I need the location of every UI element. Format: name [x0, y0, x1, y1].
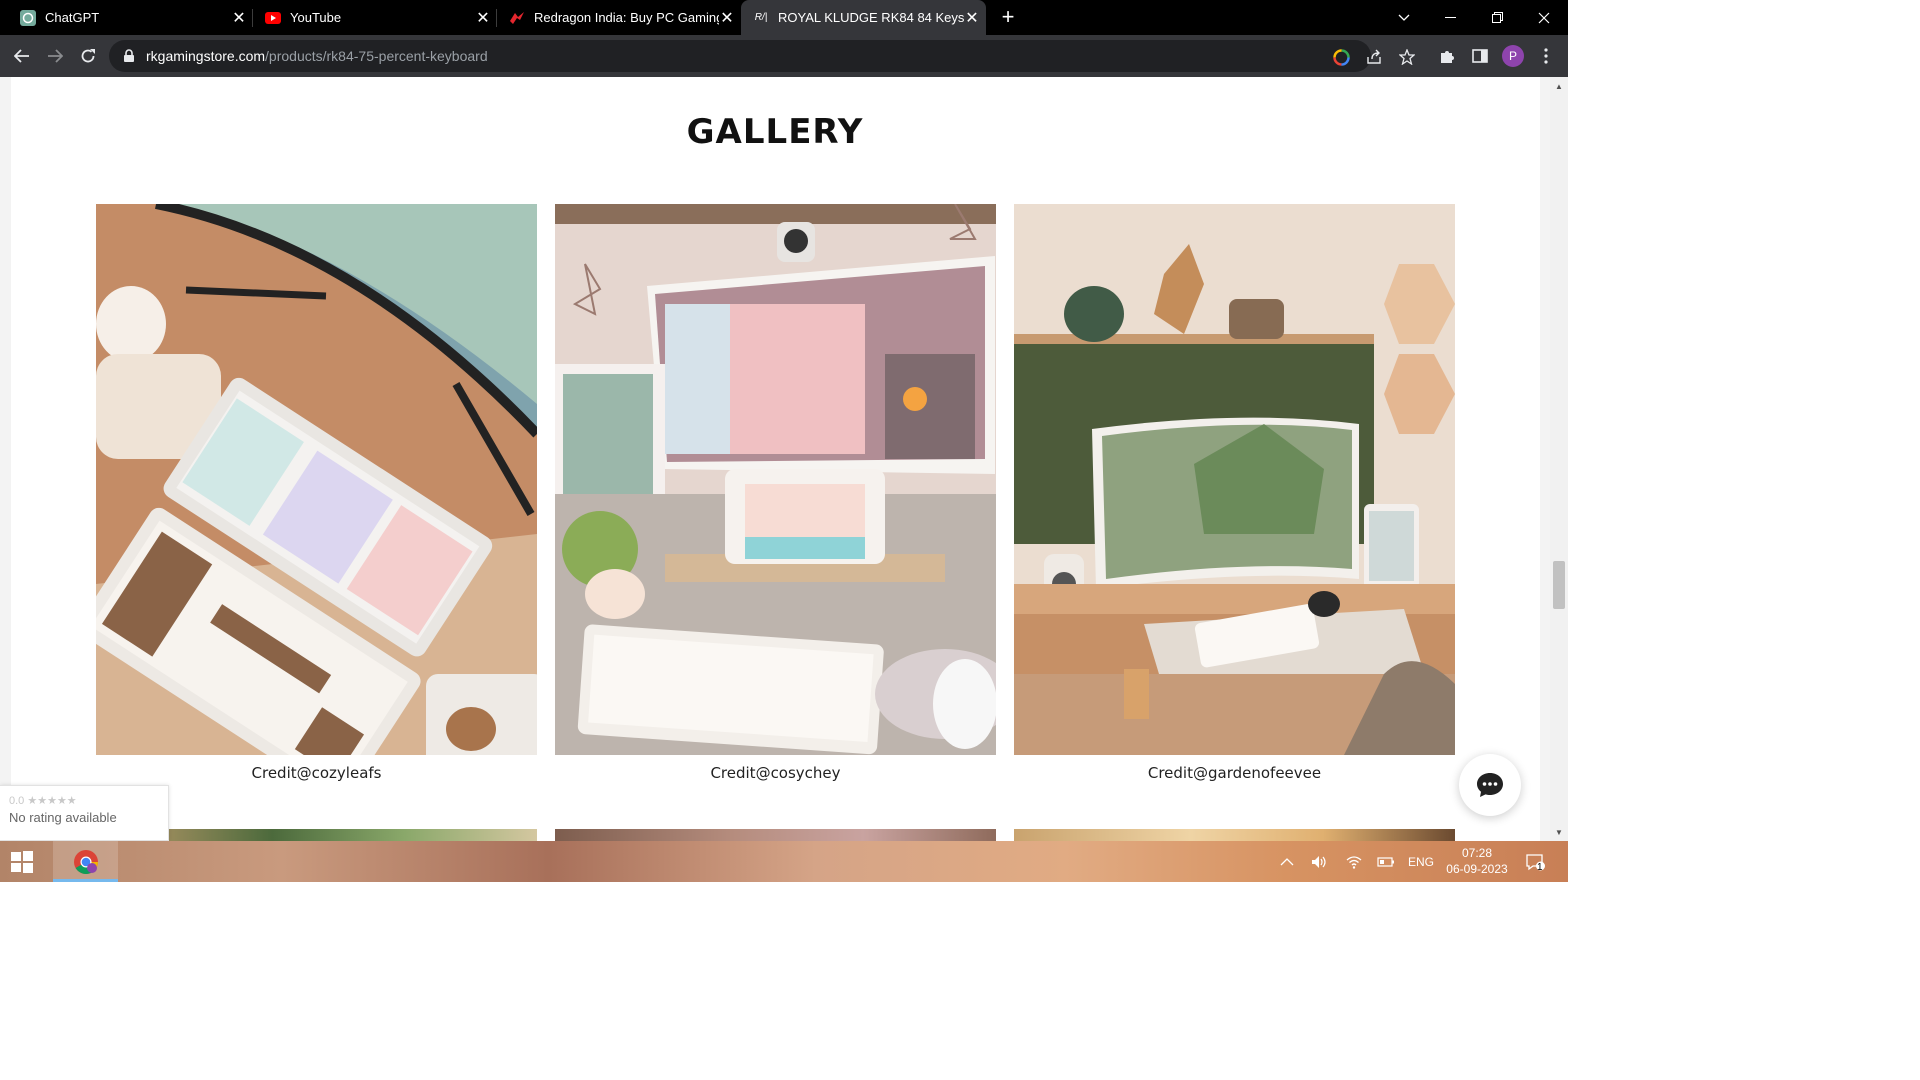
- tab-royal-kludge[interactable]: R/| ROYAL KLUDGE RK84 84 Keys Wi ✕: [741, 0, 986, 35]
- clock-time: 07:28: [1461, 846, 1493, 860]
- close-tab-icon[interactable]: ✕: [964, 10, 980, 27]
- close-tab-icon[interactable]: ✕: [719, 10, 735, 27]
- live-chat-button[interactable]: [1459, 754, 1521, 816]
- gallery-image-cosy-desk[interactable]: [555, 204, 996, 755]
- battery-icon[interactable]: [1377, 841, 1395, 882]
- rating-score-row: 0.0 ★★★★★: [9, 794, 159, 807]
- scrollbar-thumb[interactable]: [1553, 561, 1565, 609]
- tab-search-chevron-icon[interactable]: [1381, 0, 1427, 35]
- close-window-button[interactable]: [1521, 0, 1567, 35]
- taskbar-chrome-button[interactable]: [53, 841, 118, 882]
- gallery-image-keyboards[interactable]: [96, 204, 537, 755]
- back-button[interactable]: [7, 41, 37, 71]
- clock-date: 06-09-2023: [1446, 862, 1508, 876]
- active-app-indicator: [53, 879, 118, 882]
- gallery-caption: Credit@cozyleafs: [251, 764, 382, 782]
- profile-avatar[interactable]: P: [1502, 45, 1524, 67]
- youtube-icon: [265, 10, 281, 26]
- language-indicator[interactable]: ENG: [1408, 841, 1434, 882]
- scroll-up-arrow-icon[interactable]: ▲: [1550, 79, 1568, 93]
- google-lens-icon[interactable]: [1332, 48, 1350, 66]
- gallery-heading: GALLERY: [686, 112, 864, 152]
- reload-button[interactable]: [73, 41, 103, 71]
- lock-icon[interactable]: [122, 49, 136, 63]
- url-host: rkgamingstore.com: [146, 48, 266, 64]
- new-tab-button[interactable]: +: [994, 3, 1022, 31]
- tab-strip: ChatGPT ✕ YouTube ✕ Redragon India: Buy …: [0, 0, 1568, 35]
- gallery-caption: Credit@gardenofeevee: [1147, 764, 1322, 782]
- volume-icon[interactable]: [1311, 841, 1329, 882]
- chrome-icon: [73, 849, 98, 874]
- url-path: /products/rk84-75-percent-keyboard: [265, 48, 488, 64]
- side-panel-icon[interactable]: [1469, 45, 1491, 67]
- tray-overflow-chevron-icon[interactable]: [1280, 841, 1294, 882]
- web-page: GALLERY Credit@cozyleafs Credit@cosychey…: [0, 77, 1550, 841]
- tab-title: YouTube: [290, 10, 342, 25]
- rk-icon: R/|: [754, 12, 768, 23]
- url-text[interactable]: rkgamingstore.com/products/rk84-75-perce…: [146, 48, 488, 64]
- gallery-caption: Credit@cosychey: [710, 764, 841, 782]
- rating-widget[interactable]: 0.0 ★★★★★ No rating available: [0, 785, 169, 841]
- share-icon[interactable]: [1365, 48, 1383, 66]
- tab-chatgpt[interactable]: ChatGPT ✕: [0, 0, 253, 35]
- chrome-menu-icon[interactable]: [1535, 45, 1557, 67]
- gallery-image-next-row[interactable]: [555, 829, 996, 841]
- scroll-down-arrow-icon[interactable]: ▼: [1550, 825, 1568, 839]
- chatgpt-icon: [20, 9, 36, 26]
- rating-stars-icon: ★★★★★: [27, 795, 77, 807]
- page-scrollbar[interactable]: ▲ ▼: [1550, 77, 1568, 841]
- browser-toolbar: rkgamingstore.com/products/rk84-75-perce…: [0, 35, 1568, 77]
- notification-count: 1: [1537, 862, 1543, 873]
- extensions-puzzle-icon[interactable]: [1436, 45, 1458, 67]
- tab-title: Redragon India: Buy PC Gaming I: [534, 10, 719, 25]
- clock[interactable]: 07:28 06-09-2023: [1444, 845, 1510, 877]
- tab-title: ChatGPT: [45, 10, 100, 25]
- gallery-image-garden-setup[interactable]: [1014, 204, 1455, 755]
- tab-title: ROYAL KLUDGE RK84 84 Keys Wi: [778, 10, 964, 25]
- address-bar[interactable]: rkgamingstore.com/products/rk84-75-perce…: [109, 40, 1415, 72]
- page-margin-right: [1540, 77, 1550, 841]
- wifi-icon[interactable]: [1346, 841, 1362, 882]
- chat-bubble-icon: [1477, 773, 1503, 797]
- windows-taskbar: ENG 07:28 06-09-2023 1: [0, 841, 1568, 882]
- forward-button[interactable]: [40, 41, 70, 71]
- restore-button[interactable]: [1474, 0, 1520, 35]
- minimize-button[interactable]: [1427, 0, 1473, 35]
- tab-youtube[interactable]: YouTube ✕: [245, 0, 497, 35]
- gallery-image-next-row[interactable]: [1014, 829, 1455, 841]
- bookmark-star-icon[interactable]: [1398, 48, 1416, 66]
- tab-redragon[interactable]: Redragon India: Buy PC Gaming I ✕: [489, 0, 741, 35]
- rating-status-text: No rating available: [9, 810, 117, 825]
- rating-score: 0.0: [9, 795, 25, 807]
- windows-start-icon[interactable]: [10, 850, 34, 874]
- page-margin-left: [0, 77, 11, 841]
- notification-center-icon[interactable]: 1: [1525, 841, 1545, 882]
- redragon-icon: [509, 10, 525, 26]
